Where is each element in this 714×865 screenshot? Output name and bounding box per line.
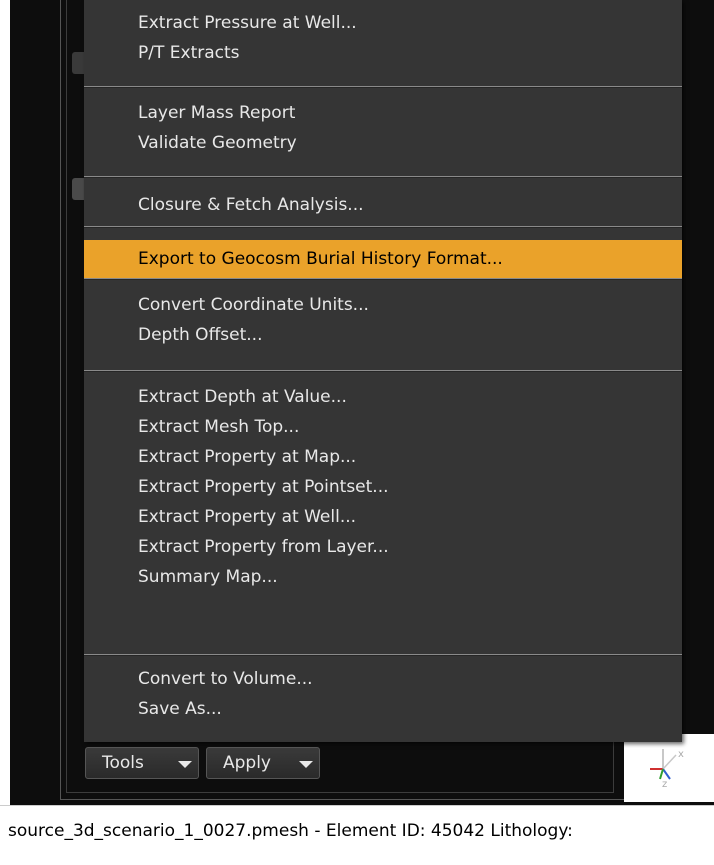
menu-item-extract-depth-at-value[interactable]: Extract Depth at Value... xyxy=(84,382,682,412)
apply-button-label: Apply xyxy=(223,753,271,773)
menu-item-p-t-extracts[interactable]: P/T Extracts xyxy=(84,38,682,68)
status-bar: source_3d_scenario_1_0027.pmesh - Elemen… xyxy=(0,805,714,855)
menu-item-depth-offset[interactable]: Depth Offset... xyxy=(84,320,682,350)
svg-text:z: z xyxy=(662,779,667,790)
menu-item-validate-geometry[interactable]: Validate Geometry xyxy=(84,128,682,158)
apply-button[interactable]: Apply xyxy=(206,747,320,779)
menu-separator xyxy=(84,278,682,280)
menu-item-extract-property-at-pointset[interactable]: Extract Property at Pointset... xyxy=(84,472,682,502)
tools-button[interactable]: Tools xyxy=(85,747,199,779)
axes-icon: x z xyxy=(650,749,684,790)
caret-down-icon xyxy=(178,761,192,768)
menu-item-extract-property-at-well[interactable]: Extract Property at Well... xyxy=(84,502,682,532)
window-bottom-edge xyxy=(0,855,714,865)
menu-item-convert-coordinate-units[interactable]: Convert Coordinate Units... xyxy=(84,290,682,320)
menu-item-extract-property-at-map[interactable]: Extract Property at Map... xyxy=(84,442,682,472)
menu-item-extract-property-from-layer[interactable]: Extract Property from Layer... xyxy=(84,532,682,562)
svg-text:x: x xyxy=(678,749,684,760)
menu-item-convert-to-volume[interactable]: Convert to Volume... xyxy=(84,664,682,694)
tools-button-label: Tools xyxy=(102,753,144,773)
menu-separator xyxy=(84,370,682,372)
status-text: source_3d_scenario_1_0027.pmesh - Elemen… xyxy=(8,821,573,841)
menu-item-extract-pressure-at-well[interactable]: Extract Pressure at Well... xyxy=(84,8,682,38)
menu-item-extract-mesh-top[interactable]: Extract Mesh Top... xyxy=(84,412,682,442)
menu-item-summary-map[interactable]: Summary Map... xyxy=(84,562,682,592)
caret-down-icon xyxy=(299,761,313,768)
window-left-edge xyxy=(0,0,10,865)
menu-separator xyxy=(84,654,682,656)
menu-item-export-to-geocosm-burial-history-format[interactable]: Export to Geocosm Burial History Format.… xyxy=(84,240,682,278)
menu-separator xyxy=(84,86,682,88)
menu-item-layer-mass-report[interactable]: Layer Mass Report xyxy=(84,98,682,128)
menu-item-closure-fetch-analysis[interactable]: Closure & Fetch Analysis... xyxy=(84,190,682,220)
menu-separator xyxy=(84,176,682,178)
menu-item-save-as[interactable]: Save As... xyxy=(84,694,682,724)
menu-separator xyxy=(84,226,682,228)
tools-dropdown-menu: Extract Pressure at Well... P/T Extracts L… xyxy=(84,0,682,742)
